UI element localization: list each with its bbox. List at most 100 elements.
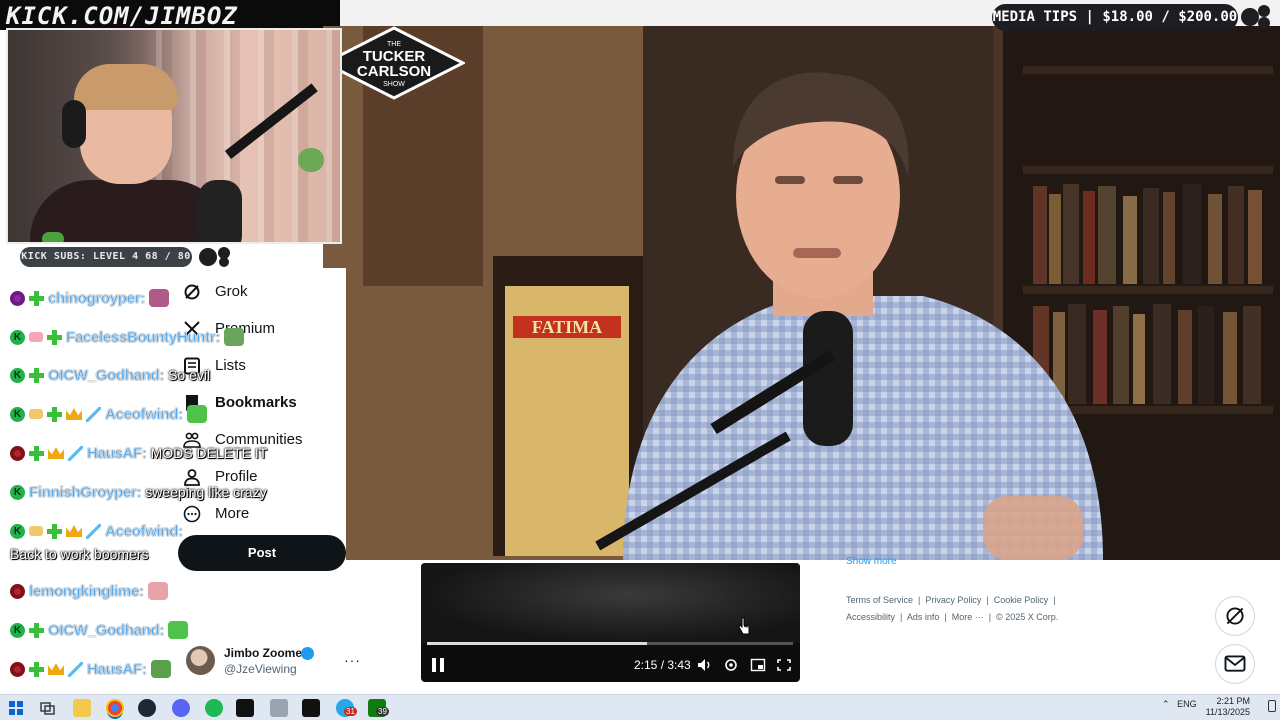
windows-taskbar: 31 39	[0, 694, 1280, 720]
media-tips-goal: MEDIA TIPS | $18.00 / $200.00	[992, 4, 1238, 31]
sword-badge-icon	[86, 406, 101, 422]
chat-text: So evil	[168, 367, 211, 383]
footer-link[interactable]: Cookie Policy	[994, 595, 1049, 605]
sword-badge-icon	[86, 523, 101, 539]
footer-link[interactable]: More ···	[952, 612, 984, 622]
webcam-feed	[6, 28, 342, 244]
main-video: FATIMA THE TUCKER CARLSON SHOW	[323, 26, 1280, 560]
kick-badge-icon: K	[10, 523, 25, 539]
fullscreen-icon[interactable]	[776, 658, 792, 672]
nav-label: Grok	[215, 283, 248, 300]
account-switcher[interactable]: Jimbo Zoomer @JzeViewing ···	[186, 646, 361, 678]
notification-icon[interactable]	[1268, 700, 1276, 712]
crown-badge-icon	[66, 525, 82, 537]
chat-message: K Aceofwind:	[10, 402, 207, 426]
chat-username[interactable]: OICW_Godhand:	[48, 366, 165, 384]
chat-message: lemongkinglime:	[10, 579, 168, 603]
chat-message: K Aceofwind:	[10, 519, 183, 543]
sand-badge-icon	[29, 409, 43, 419]
webcam-plush	[298, 148, 324, 172]
spotify-icon[interactable]	[205, 699, 223, 717]
system-tray[interactable]: ⌃ ENG	[1162, 699, 1197, 710]
sand-badge-icon	[29, 526, 43, 536]
chat-username[interactable]: Aceofwind:	[105, 405, 184, 423]
terminal-icon[interactable]	[236, 699, 254, 717]
chat-text: Back to work boomers	[10, 546, 149, 562]
chat-message: K OICW_Godhand:	[10, 618, 189, 642]
crown-badge-icon	[48, 663, 64, 675]
video-time: 2:15 / 3:43	[634, 658, 691, 672]
crown-badge-icon	[48, 447, 64, 459]
steam-icon[interactable]	[138, 699, 156, 717]
grok-icon	[184, 284, 200, 299]
picture-in-picture-icon[interactable]	[750, 658, 766, 672]
chat-username[interactable]: HausAF:	[87, 444, 147, 462]
app-icon[interactable]	[270, 699, 288, 717]
emote-icon	[147, 582, 168, 600]
kick-badge-icon: K	[10, 329, 25, 345]
pause-icon[interactable]	[431, 657, 445, 673]
messages-button[interactable]	[1215, 644, 1255, 684]
settings-gear-icon[interactable]	[723, 658, 739, 672]
obs-icon[interactable]	[302, 699, 320, 717]
footer-link[interactable]: Terms of Service	[846, 595, 913, 605]
webcam-microphone	[198, 180, 242, 242]
chat-username[interactable]: FacelessBountyHuntr:	[66, 328, 221, 346]
language-indicator[interactable]: ENG	[1177, 699, 1197, 709]
verified-badge-icon	[301, 647, 314, 660]
post-button[interactable]: Post	[178, 535, 346, 571]
kick-badge-icon: K	[10, 367, 25, 383]
chat-message: HausAF: MODS DELETE IT	[10, 441, 267, 465]
more-icon	[183, 505, 201, 522]
emote-icon	[168, 621, 189, 639]
task-view-icon[interactable]	[38, 699, 56, 717]
sword-badge-icon	[68, 445, 83, 461]
emote-icon	[224, 328, 245, 346]
chat-text: sweeping like crazy	[145, 484, 267, 500]
chat-username[interactable]: Aceofwind:	[105, 522, 184, 540]
stream-logo-icon	[199, 247, 230, 267]
nav-grok[interactable]: Grok	[183, 273, 333, 310]
chat-username[interactable]: lemongkinglime:	[29, 582, 144, 600]
chat-message: K OICW_Godhand: So evil	[10, 363, 210, 387]
grok-button[interactable]	[1215, 596, 1255, 636]
clock-time: 2:21 PM	[1216, 696, 1250, 706]
avatar	[186, 646, 215, 675]
file-explorer-icon[interactable]	[73, 699, 91, 717]
copyright: © 2025 X Corp.	[996, 612, 1059, 622]
account-more-icon[interactable]: ···	[344, 652, 361, 668]
plus-badge-icon	[29, 367, 44, 383]
sub-badge-icon	[10, 661, 25, 677]
progress-fill	[427, 642, 647, 645]
kick-badge-icon: K	[10, 622, 25, 638]
chat-username[interactable]: chinogroyper:	[48, 289, 146, 307]
show-more-link[interactable]: Show more	[846, 556, 897, 567]
gift-badge-icon	[29, 332, 43, 342]
chrome-icon[interactable]	[106, 699, 124, 717]
progress-bar[interactable]	[427, 642, 793, 645]
chat-username[interactable]: HausAF:	[87, 660, 147, 678]
chat-username[interactable]: FinnishGroyper:	[29, 483, 142, 501]
sub-badge-icon	[10, 290, 25, 306]
grok-icon	[1226, 607, 1244, 625]
chat-username[interactable]: OICW_Godhand:	[48, 621, 165, 639]
plus-badge-icon	[29, 445, 44, 461]
volume-icon[interactable]	[697, 658, 713, 672]
windows-start-icon[interactable]	[7, 699, 25, 717]
chat-message: K FacelessBountyHuntr:	[10, 325, 245, 349]
tray-chevron-icon[interactable]: ⌃	[1162, 699, 1170, 709]
chat-text: MODS DELETE IT	[150, 445, 268, 461]
mail-icon	[1224, 655, 1246, 672]
footer-link[interactable]: Privacy Policy	[925, 595, 981, 605]
footer-link[interactable]: Accessibility	[846, 612, 895, 622]
sub-badge-icon	[10, 583, 25, 599]
sub-badge-icon	[10, 445, 25, 461]
chat-message: HausAF:	[10, 657, 171, 681]
clock[interactable]: 2:21 PM 11/13/2025	[1200, 696, 1250, 718]
tucker-carlson-show-logo: THE TUCKER CARLSON SHOW	[323, 26, 465, 100]
discord-icon[interactable]	[172, 699, 190, 717]
notification-count: 31	[344, 707, 357, 716]
plus-badge-icon	[47, 406, 62, 422]
webcam-frog-emote	[42, 232, 64, 242]
footer-link[interactable]: Ads info	[907, 612, 940, 622]
